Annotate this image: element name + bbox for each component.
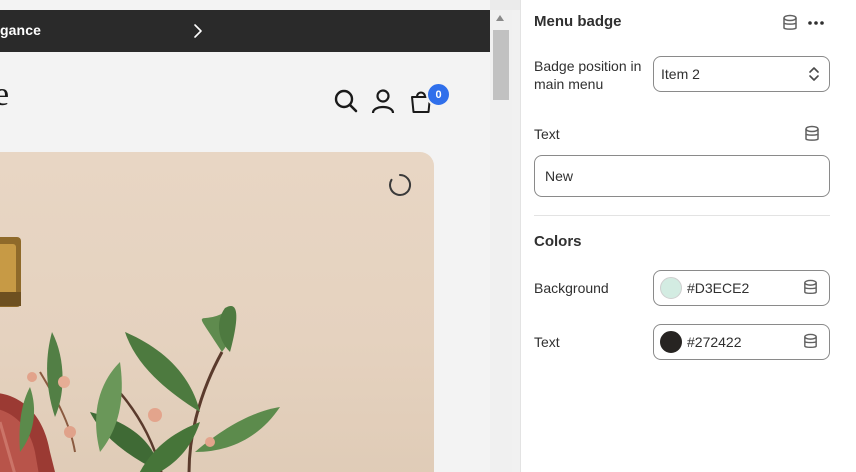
settings-panel: Menu badge Badge position in main menu I… — [520, 0, 856, 472]
database-icon[interactable] — [781, 14, 799, 32]
database-icon[interactable] — [802, 333, 819, 350]
badge-position-label: Badge position in main menu — [534, 58, 642, 92]
background-color-field[interactable]: #D3ECE2 — [653, 270, 830, 306]
text-field-label: Text — [534, 126, 560, 142]
background-color-label: Background — [534, 280, 609, 296]
announcement-bar[interactable]: gance — [0, 10, 490, 52]
badge-position-select[interactable]: Item 2 — [653, 56, 830, 92]
more-dots-icon[interactable] — [807, 14, 825, 32]
scroll-up-arrow-icon[interactable] — [496, 15, 504, 21]
panel-title: Menu badge — [534, 13, 622, 30]
text-color-field[interactable]: #272422 — [653, 324, 830, 360]
announcement-text: gance — [0, 22, 41, 38]
badge-text-input[interactable]: New — [534, 155, 830, 197]
section-divider — [534, 215, 830, 216]
badge-text-value: New — [545, 168, 574, 184]
scrollbar-thumb[interactable] — [493, 30, 509, 100]
preview-scrollbar[interactable] — [490, 10, 512, 472]
text-color-label: Text — [534, 334, 560, 350]
colors-heading: Colors — [534, 233, 582, 250]
hero-image — [0, 152, 434, 472]
chevron-right-icon[interactable] — [190, 23, 206, 39]
background-color-swatch[interactable] — [660, 277, 682, 299]
cart-count-badge: 0 — [426, 82, 451, 107]
database-icon[interactable] — [803, 125, 821, 143]
database-icon[interactable] — [802, 279, 819, 296]
select-chevrons-icon — [809, 67, 819, 81]
badge-position-value: Item 2 — [661, 66, 700, 82]
text-color-swatch[interactable] — [660, 331, 682, 353]
hero-illustration — [0, 237, 280, 472]
background-color-value: #D3ECE2 — [687, 280, 750, 296]
account-icon[interactable] — [370, 88, 396, 114]
spinner-icon — [389, 173, 412, 196]
store-logo[interactable]: e — [0, 78, 9, 112]
storefront-preview: gance e 0 — [0, 0, 490, 472]
text-color-value: #272422 — [687, 334, 742, 350]
search-icon[interactable] — [333, 88, 359, 114]
